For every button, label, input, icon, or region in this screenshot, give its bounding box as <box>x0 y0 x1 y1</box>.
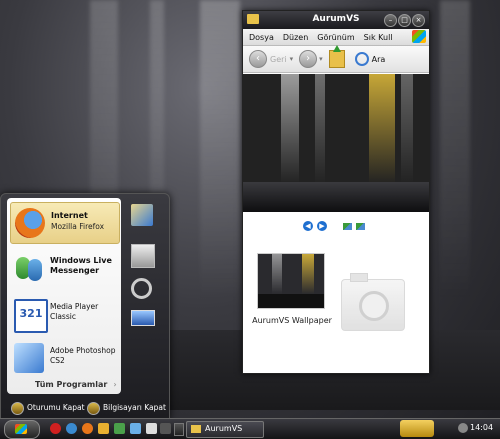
control-panel-icon[interactable] <box>131 310 155 326</box>
maximize-button[interactable]: □ <box>398 14 411 27</box>
wallpaper-thumbnail[interactable] <box>257 253 325 309</box>
volume-icon[interactable] <box>458 423 468 433</box>
winamp-icon[interactable] <box>98 423 109 434</box>
shutdown-icon[interactable] <box>87 402 100 415</box>
taskbar: AurumVS 14:04 <box>0 418 500 439</box>
program-name: Internet <box>51 211 88 220</box>
close-button[interactable]: × <box>412 14 425 27</box>
media-player-icon: 321 <box>14 299 48 333</box>
image-preview <box>243 74 429 212</box>
program-item-internet[interactable]: Internet Mozilla Firefox <box>10 202 120 244</box>
back-dropdown-icon[interactable]: ▾ <box>290 55 294 63</box>
messenger-icon <box>14 253 44 283</box>
program-item-photoshop[interactable]: Adobe Photoshop CS2 <box>10 338 118 378</box>
toolbar: ‹ Geri ▾ › ▾ Ara <box>243 45 429 73</box>
photoshop-icon <box>14 343 44 373</box>
program-item-media-player[interactable]: 321 Media Player Classic <box>10 294 118 334</box>
taskbar-button-aurumvs[interactable]: AurumVS <box>186 421 264 438</box>
search-button-label[interactable]: Ara <box>372 55 386 64</box>
rotate-right-icon[interactable] <box>356 223 365 230</box>
shutdown-button[interactable]: Bilgisayarı Kapat <box>103 403 166 412</box>
title-bar[interactable]: AurumVS – □ × <box>243 11 429 29</box>
pinned-programs: Internet Mozilla Firefox Windows Live Me… <box>7 198 121 394</box>
preview-controls: ◀ ▶ <box>243 221 429 235</box>
firefox-icon[interactable] <box>82 423 93 434</box>
forward-arrow-icon[interactable]: › <box>299 50 318 68</box>
show-desktop-icon[interactable] <box>174 423 184 436</box>
clock[interactable]: 14:04 <box>470 423 493 432</box>
computer-icon[interactable] <box>131 244 155 268</box>
tray-flag[interactable] <box>400 420 434 437</box>
program-item-messenger[interactable]: Windows Live Messenger <box>10 248 118 288</box>
folder-up-icon[interactable] <box>328 45 345 68</box>
documents-icon[interactable] <box>131 204 153 226</box>
menu-favorites[interactable]: Sık Kull <box>364 33 393 42</box>
start-button[interactable] <box>4 420 40 439</box>
start-menu: Internet Mozilla Firefox Windows Live Me… <box>0 193 170 420</box>
logoff-icon[interactable] <box>11 402 24 415</box>
folder-icon <box>191 425 201 433</box>
rotate-left-icon[interactable] <box>343 223 352 230</box>
search-icon[interactable] <box>131 278 152 299</box>
program-name: Media Player Classic <box>50 302 99 321</box>
opera-icon[interactable] <box>50 423 61 434</box>
all-programs-button[interactable]: Tüm Programlar › <box>35 380 117 389</box>
foobar-icon[interactable] <box>160 423 171 434</box>
ie-icon[interactable] <box>66 423 77 434</box>
taskbar-button-label: AurumVS <box>205 424 243 433</box>
menu-edit[interactable]: Düzen <box>283 33 308 42</box>
logoff-button[interactable]: Oturumu Kapat <box>27 403 85 412</box>
forward-dropdown-icon[interactable]: ▾ <box>319 55 323 63</box>
back-arrow-icon[interactable]: ‹ <box>249 50 267 68</box>
arrow-right-icon: › <box>113 380 117 389</box>
thumbnail-label[interactable]: AurumVS Wallpaper <box>247 316 337 325</box>
camera-icon <box>341 273 405 331</box>
messenger-icon[interactable] <box>114 423 125 434</box>
next-image-icon[interactable]: ▶ <box>317 221 327 231</box>
search-icon[interactable] <box>354 52 369 66</box>
menu-bar: Dosya Düzen Görünüm Sık Kull <box>243 29 429 46</box>
program-sub: Mozilla Firefox <box>51 222 105 231</box>
start-menu-footer: Oturumu Kapat Bilgisayarı Kapat <box>7 401 167 417</box>
firefox-icon <box>15 208 45 238</box>
program-name: Adobe Photoshop CS2 <box>50 346 116 365</box>
menu-view[interactable]: Görünüm <box>317 33 354 42</box>
minimize-button[interactable]: – <box>384 14 397 27</box>
previous-image-icon[interactable]: ◀ <box>303 221 313 231</box>
windows-logo-icon <box>15 424 27 434</box>
photoshop-icon[interactable] <box>130 423 141 434</box>
windows-logo-icon <box>412 30 426 43</box>
menu-file[interactable]: Dosya <box>249 33 274 42</box>
back-button-label[interactable]: Geri <box>270 55 287 64</box>
explorer-window[interactable]: AurumVS – □ × Dosya Düzen Görünüm Sık Ku… <box>242 10 430 374</box>
mpc-icon[interactable] <box>146 423 157 434</box>
program-name: Windows Live Messenger <box>50 256 112 275</box>
